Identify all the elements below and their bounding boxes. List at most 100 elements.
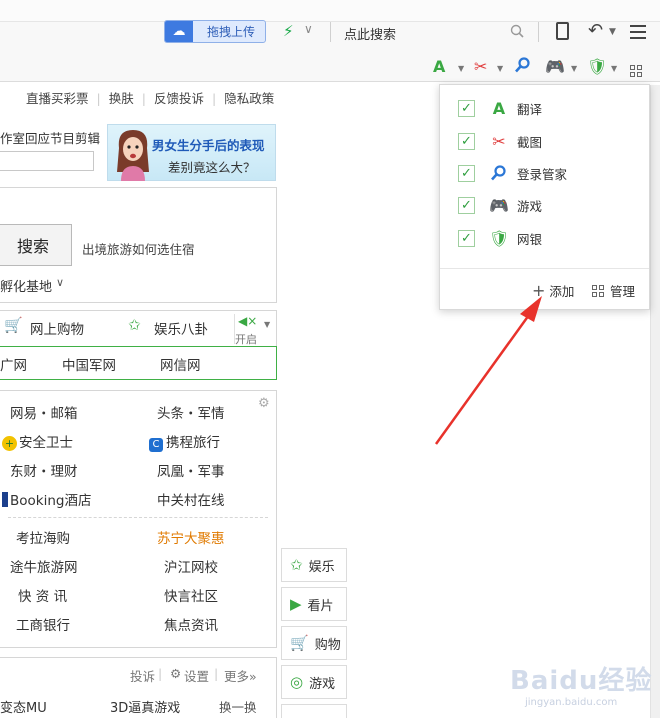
bank-dropdown-icon[interactable]: ▼ bbox=[611, 64, 617, 73]
complain-link[interactable]: 投诉 bbox=[130, 666, 155, 685]
page-scrollbar[interactable] bbox=[650, 85, 660, 718]
key-search-icon bbox=[491, 164, 506, 180]
settings-link[interactable]: 设置 bbox=[184, 666, 209, 685]
popup-item-label: 游戏 bbox=[517, 198, 543, 214]
side-tab-video[interactable]: ▶ 看片 bbox=[281, 587, 347, 621]
toolbar-divider bbox=[538, 22, 539, 42]
checkbox-checked[interactable]: ✓ bbox=[458, 164, 475, 182]
site-link[interactable]: 沪江网校 bbox=[164, 556, 218, 576]
popup-item-translate[interactable]: ✓ A 翻译 bbox=[458, 98, 542, 118]
speaker-mute-icon: ◀× bbox=[238, 314, 258, 328]
side-tab-shopping[interactable]: 🛒 购物 bbox=[281, 626, 347, 660]
gamepad-icon[interactable]: 🎮 bbox=[545, 57, 565, 76]
tab-entertainment-gossip[interactable]: 娱乐八卦 bbox=[154, 318, 208, 338]
checkbox-checked[interactable]: ✓ bbox=[458, 132, 475, 150]
chevron-down-icon[interactable]: ∨ bbox=[304, 22, 313, 36]
news-input[interactable] bbox=[0, 151, 94, 171]
link-privacy[interactable]: 隐私政策 bbox=[224, 91, 274, 106]
game-dropdown-icon[interactable]: ▼ bbox=[571, 64, 577, 73]
site-link[interactable]: 凤凰・军事 bbox=[157, 460, 225, 480]
cart-icon: 🛒 bbox=[4, 316, 23, 334]
side-tab-partial[interactable] bbox=[281, 704, 347, 718]
popup-item-login-manager[interactable]: ✓ 登录管家 bbox=[458, 163, 567, 183]
undo-dropdown-icon[interactable]: ▼ bbox=[609, 27, 616, 37]
checkbox-checked[interactable]: ✓ bbox=[458, 99, 475, 117]
undo-icon[interactable]: ↶ bbox=[588, 20, 603, 41]
gear-icon[interactable]: ⚙ bbox=[258, 396, 270, 411]
promo-subtitle[interactable]: 差别竟这么大？ bbox=[168, 157, 256, 176]
chevron-down-icon[interactable]: ∨ bbox=[56, 276, 64, 289]
add-label: 添加 bbox=[549, 284, 575, 299]
link-skin[interactable]: 换肤 bbox=[109, 91, 134, 106]
site-link[interactable]: 工商银行 bbox=[16, 614, 70, 634]
link-lottery[interactable]: 直播买彩票 bbox=[26, 91, 89, 106]
shield-plus-icon: + bbox=[2, 436, 17, 451]
site-link[interactable]: 考拉海购 bbox=[16, 527, 70, 547]
more-link[interactable]: 更多» bbox=[224, 666, 257, 685]
side-tab-games[interactable]: ◎ 游戏 bbox=[281, 665, 347, 699]
site-link[interactable]: 头条・军情 bbox=[157, 402, 225, 422]
popup-item-screenshot[interactable]: ✓ ✂ 截图 bbox=[458, 131, 542, 151]
toolbar-divider bbox=[330, 22, 331, 42]
tab-online-shopping[interactable]: 网上购物 bbox=[30, 318, 84, 338]
site-link[interactable]: 快 资 讯 bbox=[18, 585, 67, 605]
drag-upload-button[interactable]: ☁ 拖拽上传 bbox=[164, 20, 266, 43]
side-tab-entertainment[interactable]: ✩ 娱乐 bbox=[281, 548, 347, 582]
search-button[interactable]: 搜索 bbox=[0, 224, 72, 266]
site-link[interactable]: + 安全卫士 bbox=[2, 431, 73, 451]
ctrip-icon: C bbox=[149, 438, 163, 452]
popup-divider bbox=[440, 268, 649, 269]
site-link[interactable]: 焦点资讯 bbox=[164, 614, 218, 634]
phone-icon[interactable] bbox=[556, 22, 569, 40]
cloud-icon: ☁ bbox=[165, 21, 193, 42]
tab-strip bbox=[0, 0, 660, 22]
site-link[interactable]: 东财・理财 bbox=[10, 460, 78, 480]
link-china-military[interactable]: 中国军网 bbox=[62, 354, 116, 374]
link-feedback[interactable]: 反馈投诉 bbox=[154, 91, 204, 106]
search-hint[interactable]: 出境旅游如何选住宿 bbox=[82, 239, 195, 258]
link-guangwang[interactable]: 广网 bbox=[0, 354, 27, 374]
menu-icon[interactable] bbox=[630, 25, 646, 39]
site-link[interactable]: 网易・邮箱 bbox=[10, 402, 78, 422]
bank-shield-icon: 🛡 bbox=[489, 228, 510, 248]
site-link[interactable]: 快言社区 bbox=[164, 585, 218, 605]
top-links: 直播买彩票 | 换肤 | 反馈投诉 | 隐私政策 bbox=[26, 91, 275, 106]
popup-item-games[interactable]: ✓ 🎮 游戏 bbox=[458, 195, 542, 215]
scissors-icon[interactable]: ✂ bbox=[474, 57, 487, 76]
news-caption[interactable]: 作室回应节目剪辑 bbox=[0, 128, 100, 147]
star-icon: ✩ bbox=[128, 316, 141, 334]
translate-dropdown-icon[interactable]: ▼ bbox=[458, 64, 464, 73]
promo-title[interactable]: 男女生分手后的表现 bbox=[152, 135, 265, 154]
screenshot-dropdown-icon[interactable]: ▼ bbox=[497, 64, 503, 73]
site-link[interactable]: 途牛旅游网 bbox=[10, 556, 78, 576]
site-link[interactable]: 苏宁大聚惠 bbox=[157, 527, 225, 547]
site-link-label: 携程旅行 bbox=[166, 435, 220, 451]
refresh-link[interactable]: 换一换 bbox=[219, 697, 257, 716]
bank-shield-icon[interactable]: 🛡 bbox=[587, 57, 607, 76]
key-search-icon[interactable] bbox=[514, 57, 531, 74]
mute-label: 开启 bbox=[235, 333, 257, 346]
search-icon[interactable] bbox=[510, 24, 524, 38]
grid-icon bbox=[592, 284, 604, 297]
translate-icon[interactable]: A bbox=[433, 57, 445, 76]
search-box-placeholder[interactable]: 点此搜索 bbox=[344, 24, 396, 43]
annotation-arrow bbox=[434, 296, 542, 445]
site-link[interactable]: 中关村在线 bbox=[157, 489, 225, 509]
checkbox-checked[interactable]: ✓ bbox=[458, 229, 475, 247]
gear-icon[interactable]: ⚙ bbox=[170, 666, 181, 681]
link-cac[interactable]: 网信网 bbox=[160, 354, 201, 374]
star-icon: ✩ bbox=[290, 556, 303, 574]
apps-grid-icon[interactable] bbox=[630, 59, 648, 77]
game-item[interactable]: 3D逼真游戏 bbox=[110, 697, 180, 716]
lightning-icon[interactable]: ⚡ bbox=[283, 22, 294, 40]
popup-item-label: 网银 bbox=[517, 231, 543, 247]
location-label[interactable]: 孵化基地 bbox=[0, 276, 52, 295]
game-item[interactable]: 变态MU bbox=[0, 697, 47, 716]
site-link[interactable]: C 携程旅行 bbox=[149, 431, 220, 452]
manage-extensions-button[interactable]: 管理 bbox=[592, 281, 635, 300]
divider: | bbox=[158, 666, 163, 681]
popup-item-online-bank[interactable]: ✓ 🛡 网银 bbox=[458, 228, 542, 248]
site-link[interactable]: Booking酒店 bbox=[2, 489, 91, 509]
chevron-down-icon[interactable]: ▼ bbox=[264, 320, 270, 329]
checkbox-checked[interactable]: ✓ bbox=[458, 196, 475, 214]
